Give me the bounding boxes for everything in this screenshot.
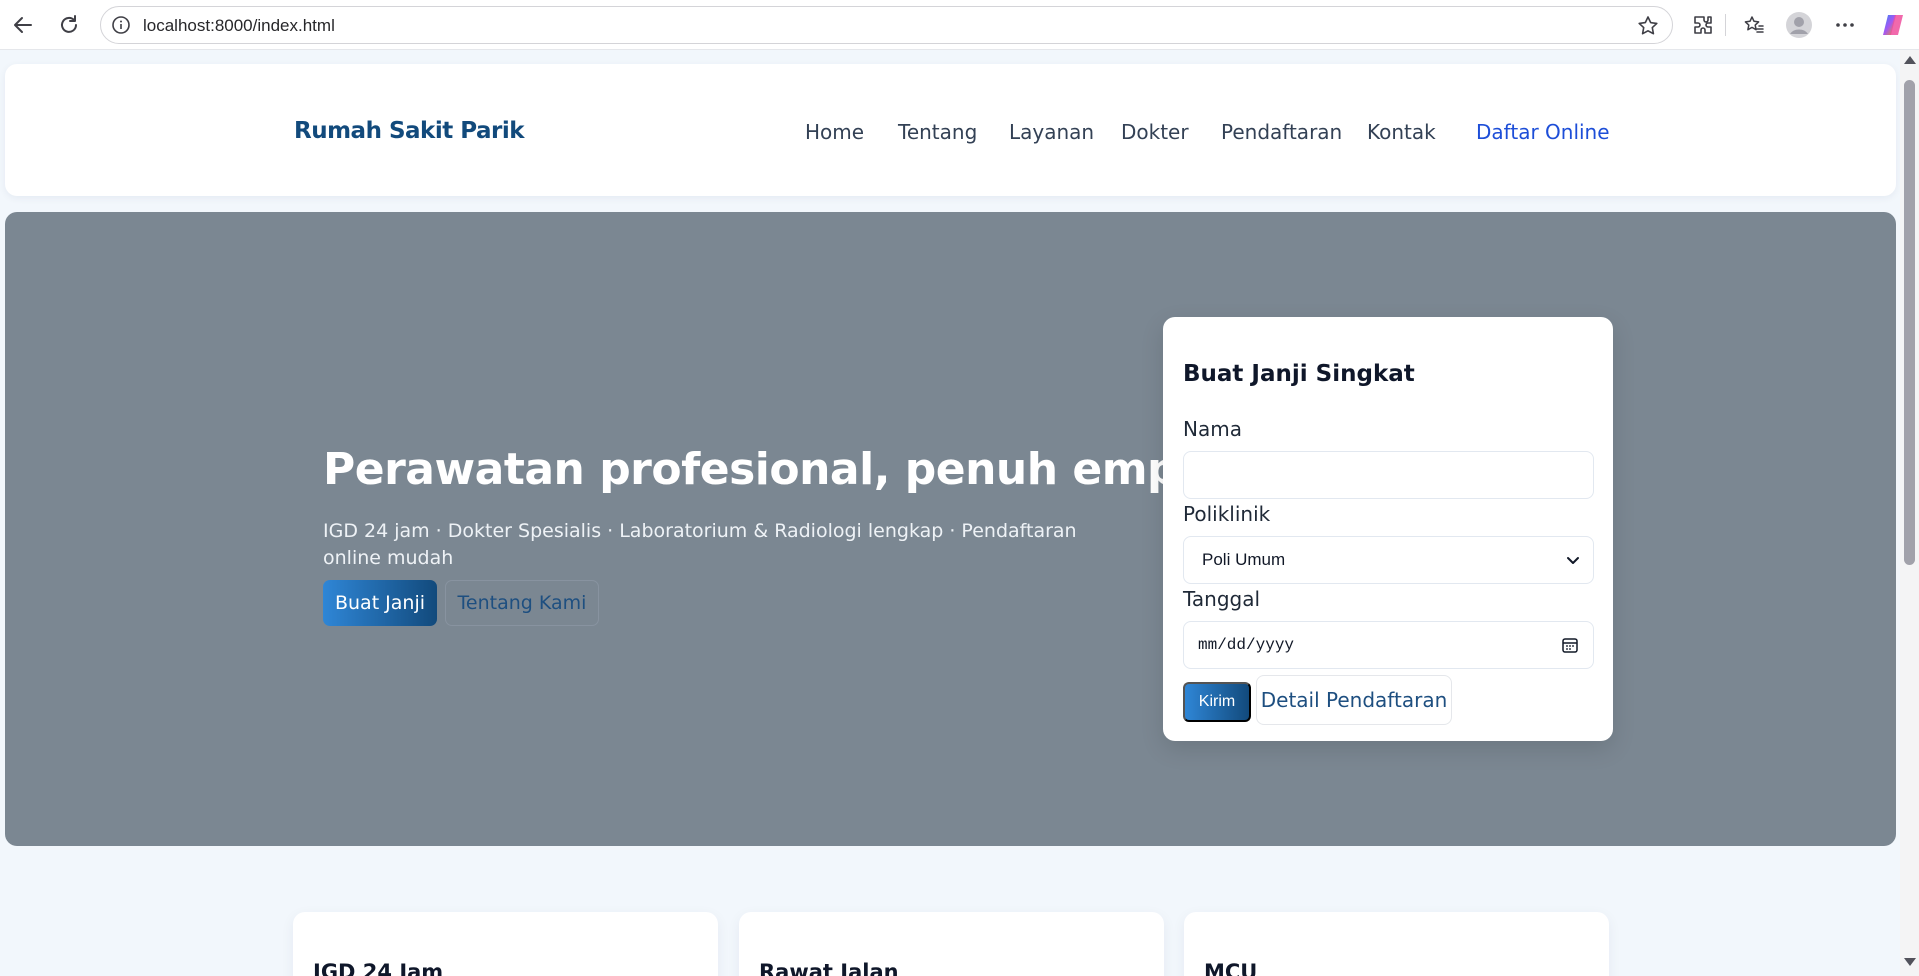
extensions-icon[interactable] (1686, 8, 1720, 42)
hero-section: Perawatan profesional, penuh empati IGD … (5, 212, 1896, 846)
name-input[interactable] (1183, 451, 1594, 499)
feature-title: MCU (1204, 960, 1258, 976)
copilot-icon[interactable] (1876, 8, 1910, 42)
back-icon[interactable] (6, 8, 40, 42)
star-icon[interactable] (1636, 14, 1660, 38)
hero-title: Perawatan profesional, penuh empati (323, 444, 1243, 495)
more-icon[interactable] (1828, 8, 1862, 42)
poli-label: Poliklinik (1183, 502, 1271, 526)
date-label: Tanggal (1183, 587, 1261, 611)
address-url[interactable]: localhost:8000/index.html (143, 16, 335, 36)
page-viewport: Rumah Sakit Parik Home Tentang Layanan D… (0, 50, 1900, 976)
address-bar[interactable]: localhost:8000/index.html (100, 6, 1673, 44)
kirim-button[interactable]: Kirim (1183, 682, 1251, 722)
poli-select-value: Poli Umum (1202, 550, 1286, 569)
site-header: Rumah Sakit Parik Home Tentang Layanan D… (5, 64, 1896, 196)
buat-janji-button[interactable]: Buat Janji (323, 580, 437, 626)
toolbar-divider (1725, 14, 1726, 36)
reload-icon[interactable] (52, 8, 86, 42)
nav-kontak[interactable]: Kontak (1367, 120, 1436, 144)
date-input[interactable]: mm/dd/yyyy (1183, 621, 1594, 669)
feature-card-igd: IGD 24 Jam (293, 912, 718, 976)
profile-icon[interactable] (1782, 8, 1816, 42)
nav-dokter[interactable]: Dokter (1121, 120, 1189, 144)
browser-toolbar: localhost:8000/index.html (0, 0, 1919, 50)
feature-title: Rawat Jalan (759, 960, 899, 976)
tentang-kami-button[interactable]: Tentang Kami (445, 580, 599, 626)
page-scrollbar[interactable] (1900, 50, 1919, 976)
info-icon[interactable] (111, 15, 131, 35)
detail-pendaftaran-button[interactable]: Detail Pendaftaran (1256, 675, 1452, 725)
feature-card-mcu: MCU (1184, 912, 1609, 976)
booking-title: Buat Janji Singkat (1183, 361, 1415, 387)
nav-home[interactable]: Home (805, 120, 864, 144)
poli-select[interactable]: Poli Umum (1183, 536, 1594, 584)
hero-subtitle: IGD 24 jam · Dokter Spesialis · Laborato… (323, 520, 1077, 569)
calendar-icon[interactable] (1561, 636, 1579, 654)
nav-daftar-online[interactable]: Daftar Online (1476, 120, 1610, 144)
nav-layanan[interactable]: Layanan (1009, 120, 1094, 144)
scroll-up-arrow[interactable] (1904, 56, 1916, 64)
favorites-icon[interactable] (1737, 8, 1771, 42)
nav-pendaftaran[interactable]: Pendaftaran (1221, 120, 1342, 144)
nav-tentang[interactable]: Tentang (898, 120, 977, 144)
scrollbar-thumb[interactable] (1904, 80, 1915, 565)
date-placeholder: mm/dd/yyyy (1198, 636, 1295, 654)
feature-card-rawat-jalan: Rawat Jalan (739, 912, 1164, 976)
brand-logo[interactable]: Rumah Sakit Parik (294, 118, 525, 144)
feature-title: IGD 24 Jam (313, 960, 444, 976)
name-label: Nama (1183, 417, 1242, 441)
scroll-down-arrow[interactable] (1904, 958, 1916, 966)
chevron-down-icon (1565, 552, 1581, 568)
booking-card: Buat Janji Singkat Nama Poliklinik Poli … (1163, 317, 1613, 741)
